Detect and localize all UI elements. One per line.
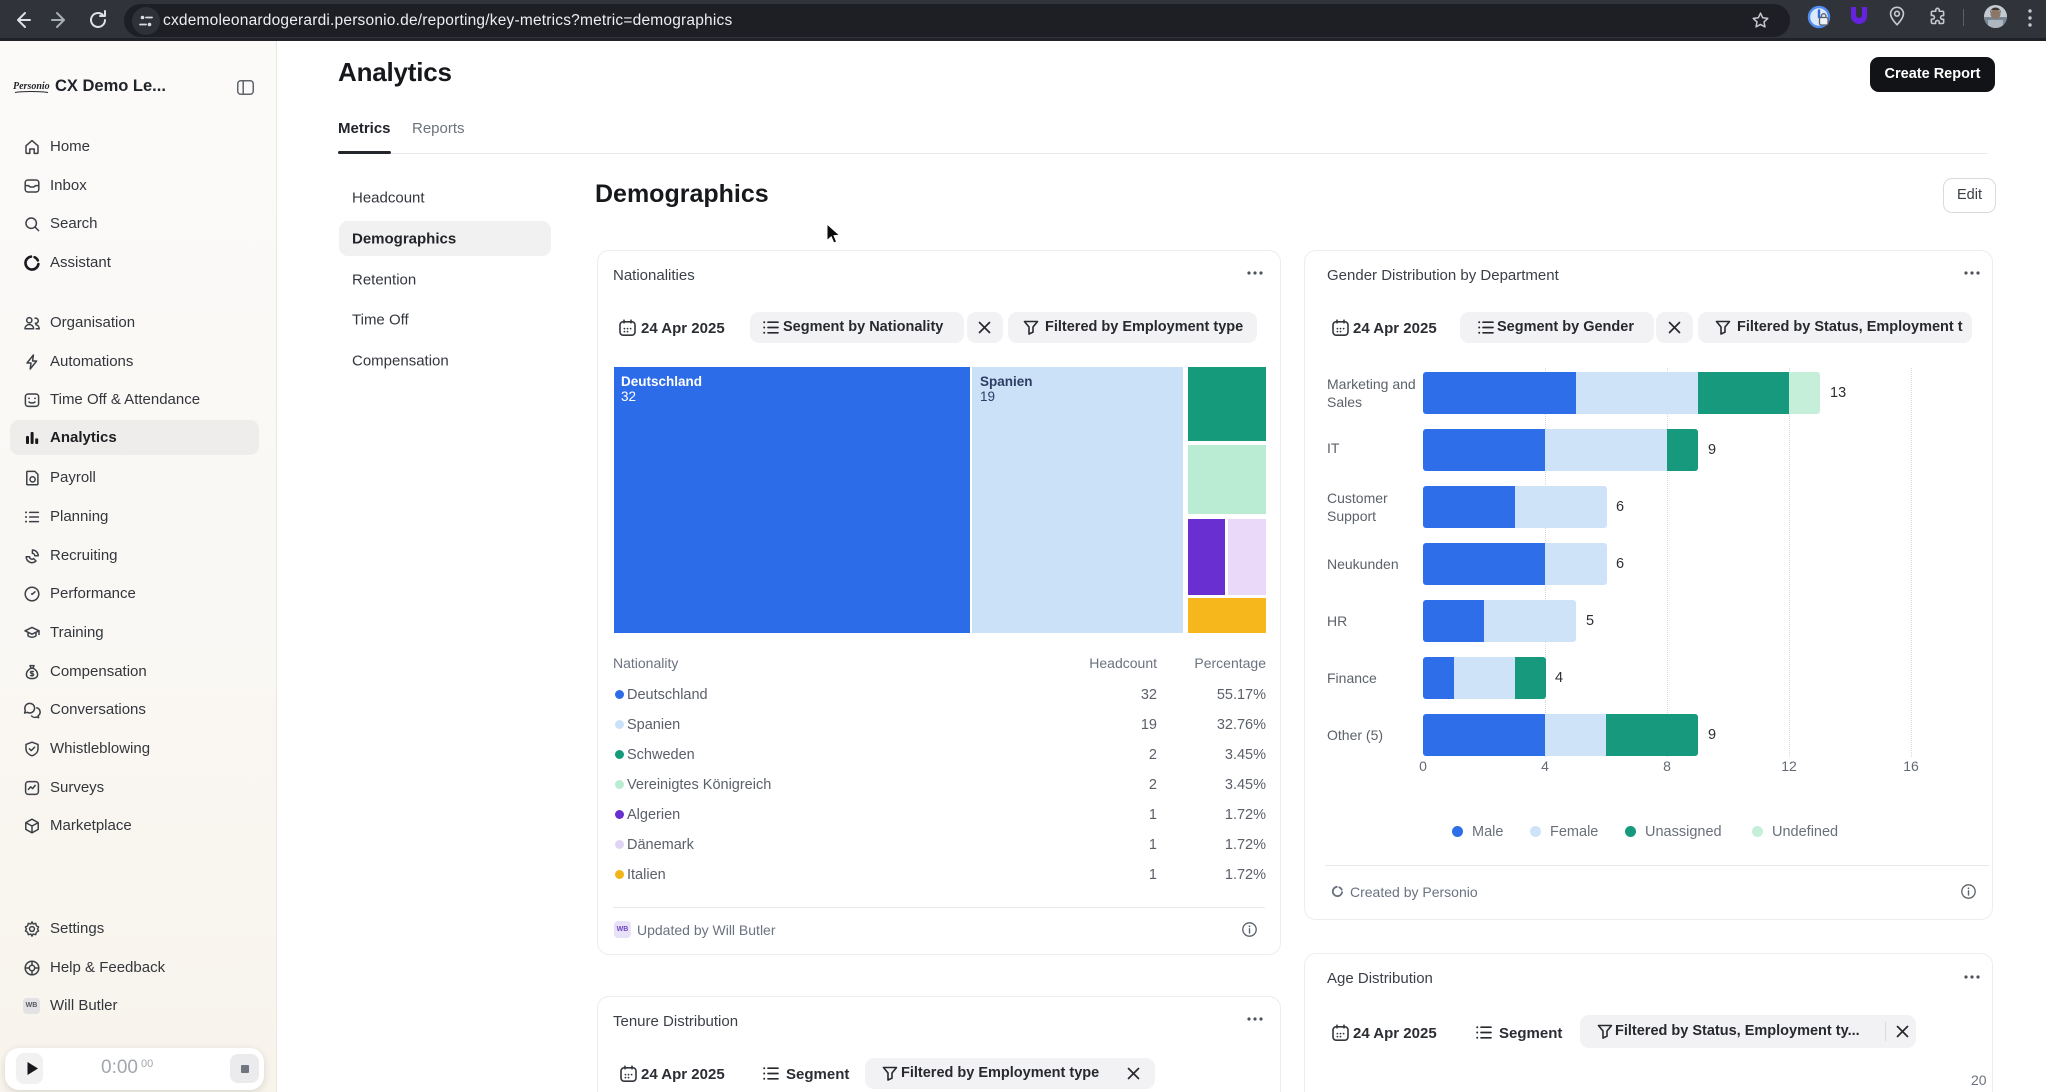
svg-text:Personio: Personio bbox=[13, 81, 50, 92]
